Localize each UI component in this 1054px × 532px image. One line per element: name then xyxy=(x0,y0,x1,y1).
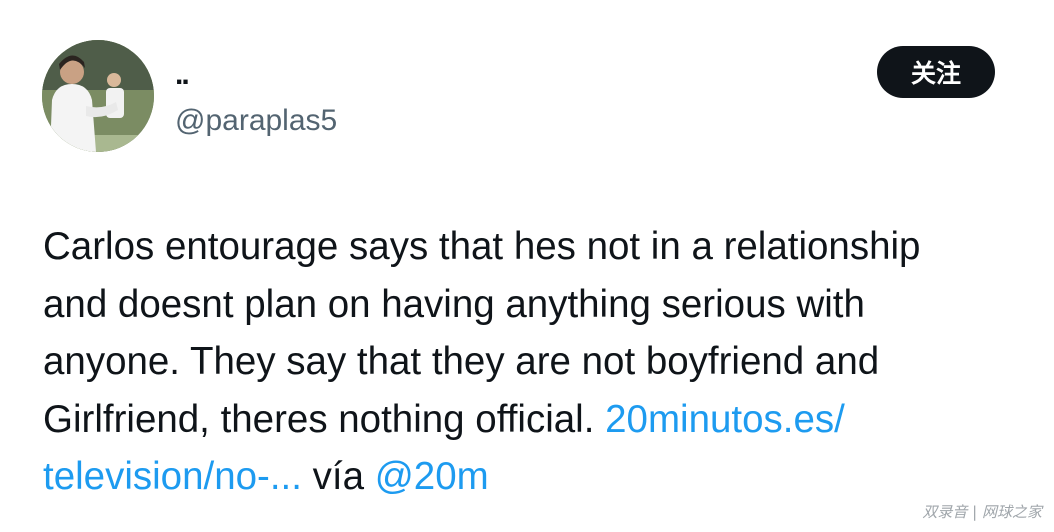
tweet-text: Carlos entourage says that hes not in a … xyxy=(43,218,1033,506)
tweet-text-line: anyone. They say that they are not boyfr… xyxy=(43,340,880,383)
display-name[interactable]: .. xyxy=(175,60,190,90)
tweet-text-line: Carlos entourage says that hes not in a … xyxy=(43,225,921,268)
watermark: 双录音 | 网球之家 xyxy=(922,503,1042,521)
user-handle[interactable]: @paraplas5 xyxy=(175,103,337,139)
article-link-continued[interactable]: television/no-... xyxy=(43,455,302,498)
via-text: vía xyxy=(312,455,364,498)
tweet-text-line: and doesnt plan on having anything serio… xyxy=(43,282,865,326)
article-link[interactable]: 20minutos.es/ xyxy=(605,398,845,441)
avatar[interactable] xyxy=(42,40,154,152)
tweet-text-segment: Girlfriend, theres nothing official. xyxy=(43,397,595,441)
tweet-text-line-5: television/no-... vía @20m xyxy=(43,448,1033,506)
follow-button[interactable]: 关注 xyxy=(877,46,995,98)
tweet-text-line-4: Girlfriend, theres nothing official. 20m… xyxy=(43,391,1033,449)
profile-photo-icon xyxy=(42,40,154,152)
mention-link[interactable]: @20m xyxy=(375,455,489,498)
